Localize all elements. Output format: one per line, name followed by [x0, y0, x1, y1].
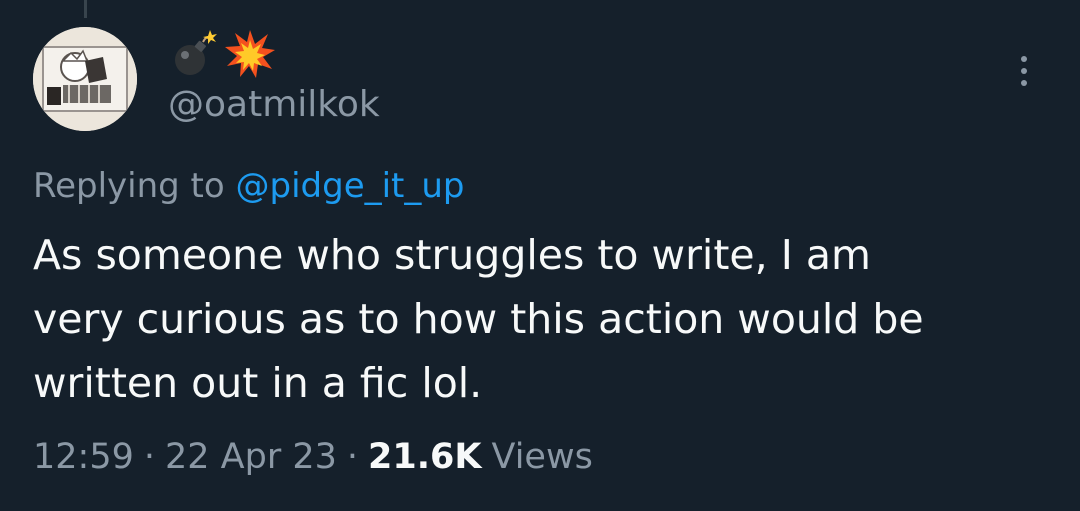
avatar-image — [33, 27, 137, 131]
thread-connector-line — [84, 0, 87, 18]
user-handle[interactable]: @oatmilkok — [168, 82, 380, 128]
replying-to-line: Replying to @pidge_it_up — [33, 164, 465, 208]
separator-dot: · — [143, 437, 156, 477]
tweet-metadata: 12:59 · 22 Apr 23 · 21.6K Views — [33, 434, 593, 480]
tweet-reply-view: @oatmilkok Replying to @pidge_it_up As s… — [0, 0, 1080, 511]
tweet-time[interactable]: 12:59 — [33, 434, 134, 480]
replying-to-label: Replying to — [33, 166, 225, 206]
collision-icon — [225, 30, 275, 78]
avatar[interactable] — [33, 27, 137, 131]
tweet-date[interactable]: 22 Apr 23 — [165, 434, 337, 480]
more-options-button[interactable] — [1002, 44, 1046, 98]
more-dot-icon — [1021, 56, 1027, 62]
display-name[interactable] — [168, 24, 276, 84]
separator-dot: · — [346, 437, 359, 477]
more-dot-icon — [1021, 68, 1027, 74]
views-label: Views — [491, 437, 593, 477]
replying-to-mention-link[interactable]: @pidge_it_up — [236, 166, 465, 206]
views-count[interactable]: 21.6K — [368, 434, 481, 480]
more-dot-icon — [1021, 80, 1027, 86]
bomb-icon — [175, 30, 217, 75]
tweet-text: As someone who struggles to write, I am … — [33, 231, 924, 407]
